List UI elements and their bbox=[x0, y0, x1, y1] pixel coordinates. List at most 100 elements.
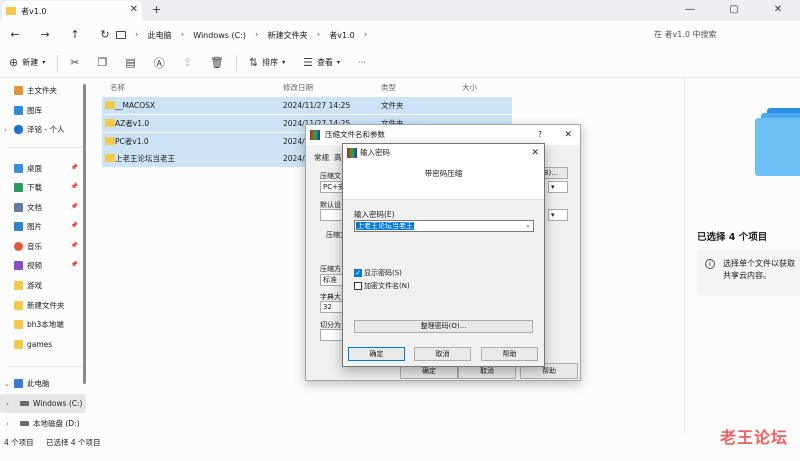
method-field[interactable]: 标准 bbox=[320, 274, 344, 286]
close-icon[interactable]: ✕ bbox=[564, 125, 572, 145]
sidebar-item-games-en[interactable]: games bbox=[0, 335, 86, 354]
share-button[interactable]: ⇪ bbox=[174, 48, 201, 78]
password-dialog: 输入密码 ✕ 带密码压缩 输入密码(E) 上老王论坛当老王 ⌄ ✓ 显示密码(S… bbox=[342, 143, 545, 367]
close-window-button[interactable]: ✕ bbox=[756, 0, 800, 21]
sort-button[interactable]: ⇅ 排序 ▾ bbox=[240, 48, 294, 78]
desktop-icon bbox=[14, 164, 23, 173]
folder-icon bbox=[105, 137, 115, 145]
close-icon[interactable]: ✕ bbox=[531, 144, 539, 162]
sidebar-item-music[interactable]: 音乐 📌 bbox=[0, 237, 86, 256]
profile-field[interactable] bbox=[320, 209, 344, 221]
sidebar-scrollbar[interactable] bbox=[83, 84, 86, 384]
new-tab-button[interactable]: + bbox=[152, 3, 161, 16]
view-label: 查看 bbox=[317, 58, 334, 67]
profile-dropdown[interactable]: ▾ bbox=[548, 209, 568, 221]
home-icon bbox=[14, 86, 23, 95]
sidebar-item-gallery[interactable]: 图库 bbox=[0, 101, 86, 120]
pin-icon: 📌 bbox=[70, 222, 78, 229]
sidebar-item-games[interactable]: 游戏 bbox=[0, 276, 86, 295]
view-button[interactable]: ☰ 查看 ▾ bbox=[294, 48, 349, 78]
organize-passwords-button[interactable]: 整理密码(O)... bbox=[354, 320, 533, 333]
checkbox-label: 显示密码(S) bbox=[364, 269, 402, 277]
cancel-button[interactable]: 取消 bbox=[414, 347, 471, 361]
monitor-icon bbox=[116, 31, 126, 39]
search-input[interactable]: 在 者v1.0 中搜索 bbox=[646, 25, 796, 45]
maximize-button[interactable]: ▢ bbox=[712, 0, 756, 21]
more-button[interactable]: ··· bbox=[349, 48, 375, 78]
help-button[interactable]: 帮助 bbox=[481, 347, 538, 361]
sidebar-item-label: 图库 bbox=[27, 106, 42, 115]
split-field[interactable] bbox=[320, 329, 344, 341]
chevron-down-icon: ▾ bbox=[337, 59, 341, 66]
forward-button[interactable]: → bbox=[30, 28, 60, 41]
scissors-icon: ✂ bbox=[70, 56, 80, 69]
sidebar-item-downloads[interactable]: 下载 📌 bbox=[0, 178, 86, 197]
archive-name-dropdown[interactable]: ▾ bbox=[548, 181, 568, 193]
breadcrumb-item[interactable]: 新建文件夹 bbox=[268, 30, 308, 41]
gallery-icon bbox=[14, 106, 23, 115]
back-button[interactable]: ← bbox=[0, 28, 30, 41]
show-password-checkbox[interactable]: ✓ 显示密码(S) bbox=[354, 268, 402, 278]
delete-button[interactable]: 🗑 bbox=[201, 48, 233, 78]
column-header-size[interactable]: 大小 bbox=[462, 82, 477, 93]
dialog-titlebar: 输入密码 ✕ bbox=[343, 144, 544, 162]
copy-button[interactable]: ❐ bbox=[88, 48, 116, 78]
info-text: 选择单个文件以获取 bbox=[723, 259, 795, 268]
close-tab-icon[interactable]: ✕ bbox=[130, 4, 138, 15]
breadcrumb-item[interactable]: Windows (C:) bbox=[193, 31, 246, 40]
chevron-right-icon: › bbox=[6, 399, 9, 408]
tab-general[interactable]: 常规 bbox=[314, 152, 329, 163]
tab-title: 者v1.0 bbox=[21, 6, 47, 16]
folder-icon bbox=[105, 154, 115, 162]
password-input[interactable]: 上老王论坛当老王 ⌄ bbox=[354, 220, 534, 232]
paste-button[interactable]: ▤ bbox=[116, 48, 144, 78]
table-row[interactable]: __MACOSX 2024/11/27 14:25 文件夹 bbox=[102, 97, 512, 114]
sidebar-item-bh3[interactable]: bh3本地端 bbox=[0, 315, 86, 334]
column-header-type[interactable]: 类型 bbox=[381, 82, 396, 93]
sidebar-item-pictures[interactable]: 图片 📌 bbox=[0, 217, 86, 236]
tab-advanced[interactable]: 高 bbox=[334, 152, 342, 163]
sidebar-item-documents[interactable]: 文档 📌 bbox=[0, 198, 86, 217]
chevron-down-icon[interactable]: ⌄ bbox=[525, 221, 531, 229]
info-text: 共享云内容。 bbox=[723, 271, 771, 280]
paste-icon: ▤ bbox=[125, 56, 136, 69]
sidebar-item-onedrive[interactable]: › 泽铭 - 个人 bbox=[0, 120, 86, 139]
rename-icon: Ⓐ bbox=[153, 56, 165, 70]
chevron-right-icon: › bbox=[135, 30, 139, 40]
cut-button[interactable]: ✂ bbox=[61, 48, 88, 78]
new-button[interactable]: ⊕ 新建 ▾ bbox=[0, 48, 54, 78]
rename-button[interactable]: Ⓐ bbox=[145, 48, 174, 78]
chevron-down-icon: ▾ bbox=[42, 59, 46, 66]
watermark: 老王论坛 bbox=[720, 428, 789, 447]
ok-button[interactable]: 确定 bbox=[348, 347, 405, 361]
more-icon: ··· bbox=[358, 58, 366, 67]
sidebar-item-drive-d[interactable]: › 本地磁盘 (D:) bbox=[0, 414, 86, 433]
new-label: 新建 bbox=[22, 58, 39, 67]
dict-field[interactable]: 32 bbox=[320, 301, 344, 313]
command-bar: ⊕ 新建 ▾ ✂ ❐ ▤ Ⓐ ⇪ 🗑 ⇅ 排序 ▾ ☰ 查看 ▾ ··· bbox=[0, 48, 800, 78]
copy-icon: ❐ bbox=[97, 56, 108, 69]
sidebar-item-videos[interactable]: 视频 📌 bbox=[0, 256, 86, 275]
folder-icon bbox=[105, 119, 115, 127]
folder-icon bbox=[105, 101, 115, 109]
column-header-date[interactable]: 修改日期 bbox=[283, 82, 313, 93]
sidebar-item-drive-c[interactable]: › Windows (C:) bbox=[0, 394, 86, 413]
breadcrumb-item[interactable]: 此电脑 bbox=[148, 30, 172, 41]
sidebar-item-home[interactable]: 主文件夹 bbox=[0, 81, 86, 100]
archive-name-field[interactable]: PC+安 bbox=[320, 181, 345, 193]
sidebar-item-desktop[interactable]: 桌面 📌 bbox=[0, 159, 86, 178]
tab-current-folder[interactable]: 者v1.0 ✕ bbox=[2, 1, 142, 21]
sidebar-item-new-folder[interactable]: 新建文件夹 bbox=[0, 296, 86, 315]
breadcrumb[interactable]: › 此电脑 › Windows (C:) › 新建文件夹 › 者v1.0 › bbox=[116, 25, 616, 45]
sidebar-item-label: 文档 bbox=[27, 203, 42, 212]
up-button[interactable]: ↑ bbox=[60, 28, 90, 41]
column-header-name[interactable]: 名称 bbox=[110, 82, 125, 93]
minimize-button[interactable]: — bbox=[668, 0, 712, 21]
file-name: AZ者v1.0 bbox=[115, 119, 150, 128]
breadcrumb-item[interactable]: 者v1.0 bbox=[329, 30, 354, 41]
pictures-icon bbox=[14, 222, 23, 231]
status-bar: 4 个项目 已选择 4 个项目 bbox=[0, 433, 800, 461]
help-icon[interactable]: ? bbox=[538, 125, 542, 145]
encrypt-names-checkbox[interactable]: 加密文件名(N) bbox=[354, 281, 410, 291]
sidebar-item-this-pc[interactable]: ⌄ 此电脑 bbox=[0, 374, 86, 393]
